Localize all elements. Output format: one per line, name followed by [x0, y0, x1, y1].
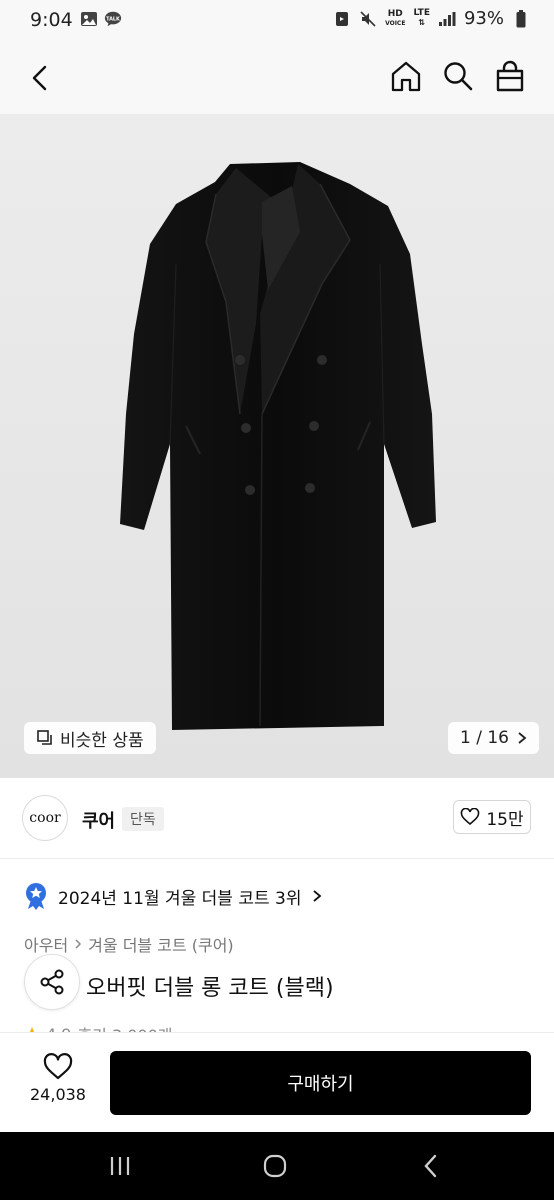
copy-icon: [37, 730, 52, 745]
coat-photo: [120, 162, 436, 730]
svg-text:TALK: TALK: [106, 16, 120, 22]
top-navigation: [0, 42, 554, 114]
brand-like-button[interactable]: 15만: [453, 800, 531, 834]
heart-icon: [461, 808, 480, 826]
product-title: 오버핏 더블 롱 코트 (블랙): [86, 976, 334, 1001]
talk-icon: TALK: [104, 10, 122, 28]
notification-icons: TALK: [80, 10, 122, 28]
back-arrow-icon: [424, 1154, 437, 1178]
home-nav-button[interactable]: [255, 1150, 295, 1182]
cart-button[interactable]: [490, 56, 530, 96]
ranking-link[interactable]: 2024년 11월 겨울 더블 코트 3위: [24, 882, 322, 910]
image-counter-button[interactable]: 1 / 16: [448, 722, 539, 754]
back-button[interactable]: [20, 58, 60, 98]
screen-record-icon: [333, 10, 351, 28]
back-nav-button[interactable]: [410, 1150, 450, 1182]
home-button[interactable]: [386, 56, 426, 96]
hd-voice-indicator: HD VOICE: [385, 8, 406, 27]
status-time: 9:04: [30, 9, 73, 31]
brand-like-count: 15만: [486, 809, 524, 830]
signal-icon: [438, 10, 456, 28]
lte-indicator: LTE ⇅: [413, 8, 430, 28]
chevron-right-icon: [518, 732, 527, 744]
similar-products-label: 비슷한 상품: [60, 730, 144, 751]
product-image[interactable]: 비슷한 상품 1 / 16: [0, 114, 554, 778]
share-icon: [40, 969, 64, 995]
brand-name[interactable]: 쿠어: [82, 807, 115, 833]
breadcrumb: 아우터 겨울 더블 코트 (쿠어): [24, 932, 234, 956]
home-icon: [391, 61, 421, 92]
wishlist-count: 24,038: [30, 1085, 86, 1104]
chevron-right-icon: [312, 890, 321, 902]
recent-apps-button[interactable]: [100, 1150, 140, 1182]
image-counter: 1 / 16: [460, 728, 509, 748]
similar-products-button[interactable]: 비슷한 상품: [24, 722, 156, 754]
mute-icon: [359, 10, 377, 28]
chevron-right-icon: [75, 939, 82, 949]
recent-apps-icon: [110, 1157, 130, 1175]
status-bar: 9:04 TALK HD VOICE LTE ⇅ 93%: [0, 0, 554, 42]
brand-logo[interactable]: coor: [22, 795, 68, 841]
share-button[interactable]: [24, 954, 80, 1010]
android-navigation-bar: [0, 1132, 554, 1200]
breadcrumb-subcategory[interactable]: 겨울 더블 코트 (쿠어): [88, 932, 234, 956]
wishlist-button[interactable]: 24,038: [22, 1053, 94, 1104]
system-icons: HD VOICE LTE ⇅ 93%: [333, 8, 530, 29]
battery-icon: [512, 9, 530, 28]
search-button[interactable]: [438, 56, 478, 96]
shopping-bag-icon: [496, 60, 524, 92]
buy-button[interactable]: 구매하기: [110, 1051, 531, 1115]
medal-icon: [26, 883, 46, 910]
brand-row: coor 쿠어 단독 15만: [0, 778, 554, 860]
battery-percent: 93%: [463, 8, 504, 29]
chevron-left-icon: [32, 65, 47, 91]
exclusive-badge: 단독: [122, 807, 164, 831]
home-circle-icon: [263, 1154, 287, 1178]
divider: [0, 858, 554, 859]
search-icon: [444, 62, 473, 91]
gallery-icon: [80, 10, 98, 28]
ranking-text: 2024년 11월 겨울 더블 코트 3위: [58, 888, 302, 909]
breadcrumb-category[interactable]: 아우터: [24, 932, 68, 956]
heart-icon: [43, 1053, 73, 1080]
bottom-action-bar: 24,038 구매하기: [0, 1032, 554, 1132]
